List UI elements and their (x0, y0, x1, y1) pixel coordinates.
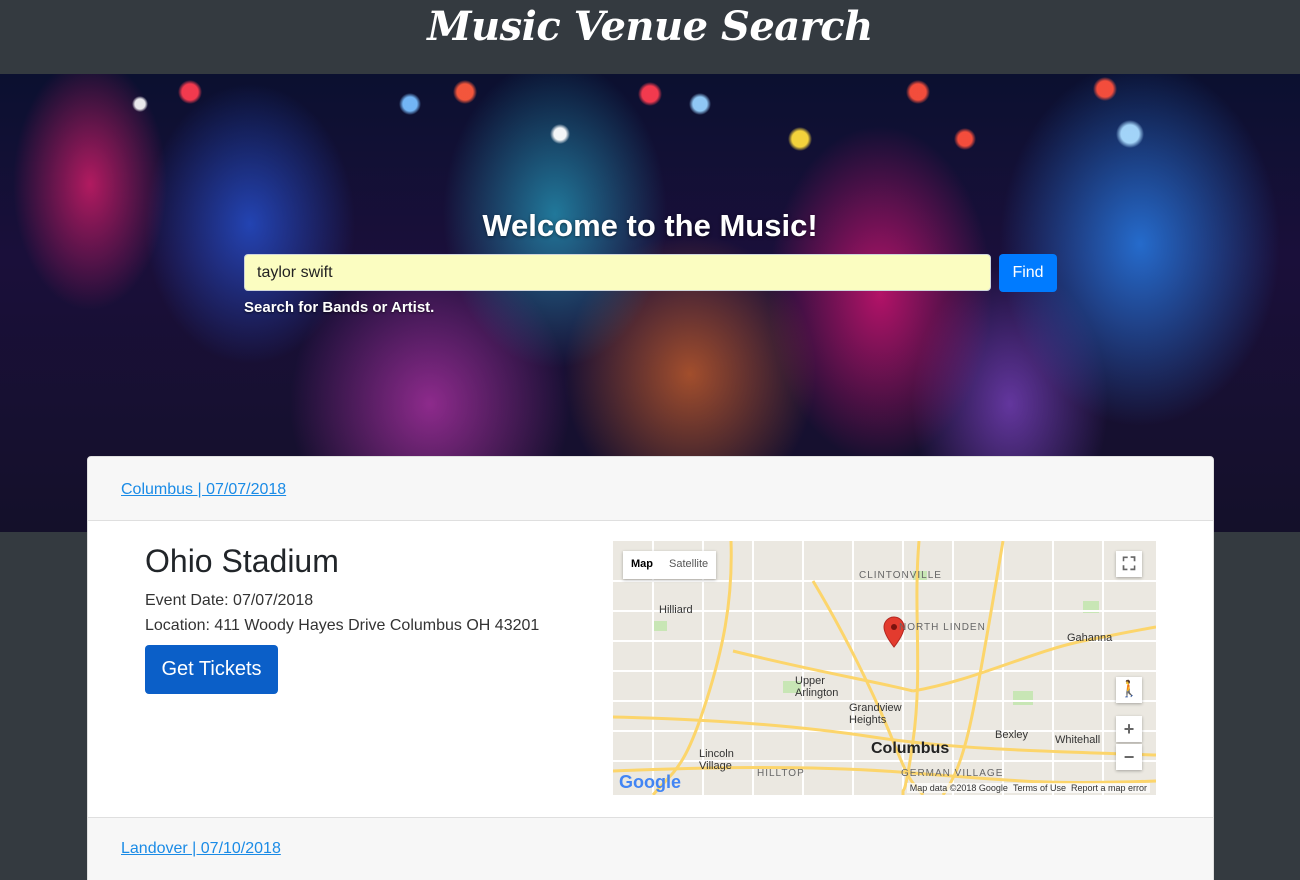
map-label-lincoln-village: Lincoln Village (699, 748, 734, 772)
map-data-text: Map data ©2018 Google (909, 783, 1008, 793)
zoom-out-icon[interactable]: − (1116, 744, 1142, 770)
map-type-satellite[interactable]: Satellite (661, 551, 716, 579)
search-hint: Search for Bands or Artist. (244, 299, 435, 316)
search-input[interactable] (244, 254, 991, 291)
site-title: Music Venue Search (427, 3, 873, 50)
map-type-map[interactable]: Map (623, 551, 661, 579)
map-attribution: Map data ©2018 Google Terms of Use Repor… (906, 783, 1150, 793)
report-map-error-link[interactable]: Report a map error (1071, 783, 1147, 793)
map-label-whitehall: Whitehall (1055, 734, 1101, 746)
result-link-columbus[interactable]: Columbus | 07/07/2018 (121, 481, 286, 498)
results-card: Columbus | 07/07/2018 Ohio Stadium Event… (87, 456, 1214, 880)
result-header: Columbus | 07/07/2018 (88, 457, 1213, 521)
map-label-german-village: GERMAN VILLAGE (901, 768, 1004, 779)
map-label-bexley: Bexley (995, 729, 1029, 741)
event-date: Event Date: 07/07/2018 (145, 592, 314, 609)
venue-map[interactable]: Map Satellite ⛶ 🚶 + − Hilliard CLINTONVI… (613, 541, 1156, 795)
map-label-upper-arlington: Upper Arlington (795, 675, 839, 699)
google-logo: Google (619, 772, 681, 792)
pegman-icon[interactable]: 🚶 (1116, 677, 1142, 703)
map-label-gahanna: Gahanna (1067, 632, 1113, 644)
venue-name: Ohio Stadium (145, 543, 339, 579)
get-tickets-button[interactable]: Get Tickets (145, 645, 278, 694)
result-body: Ohio Stadium Event Date: 07/07/2018 Loca… (88, 521, 1213, 817)
zoom-in-icon[interactable]: + (1116, 716, 1142, 742)
event-location: Location: 411 Woody Hayes Drive Columbus… (145, 617, 540, 634)
map-label-north-linden: NORTH LINDEN (899, 622, 986, 633)
map-label-hilltop: HILLTOP (757, 768, 805, 779)
terms-link[interactable]: Terms of Use (1013, 783, 1066, 793)
map-type-toggle[interactable]: Map Satellite (623, 551, 717, 579)
result-link-landover[interactable]: Landover | 07/10/2018 (121, 840, 281, 857)
map-label-columbus: Columbus (871, 740, 950, 757)
map-label-grandview-heights: Grandview Heights (849, 702, 902, 726)
hero-heading: Welcome to the Music! (482, 208, 818, 243)
map-label-hilliard: Hilliard (659, 604, 693, 616)
top-header: Music Venue Search (0, 0, 1300, 74)
fullscreen-icon[interactable]: ⛶ (1116, 551, 1142, 577)
map-label-clintonville: CLINTONVILLE (859, 570, 942, 581)
find-button[interactable]: Find (999, 254, 1057, 292)
result-header: Landover | 07/10/2018 (88, 817, 1213, 880)
